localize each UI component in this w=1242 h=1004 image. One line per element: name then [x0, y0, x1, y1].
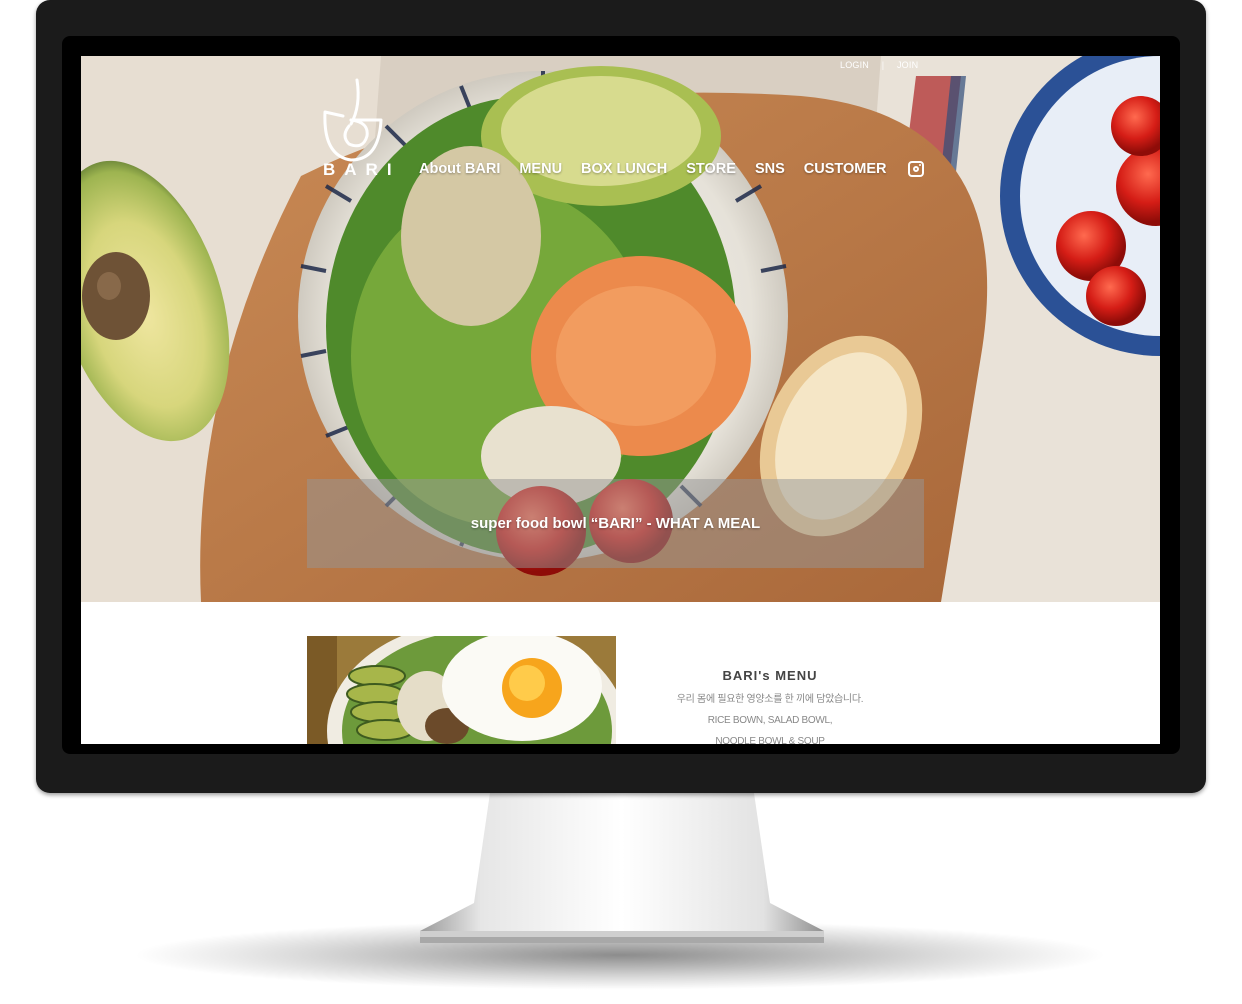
login-link[interactable]: LOGIN — [840, 60, 869, 70]
nav-about-bari[interactable]: About BARI — [419, 161, 500, 177]
hero-section: LOGIN | JOIN BARI About BARI MENU BOX LU… — [81, 56, 1160, 602]
website-screen: LOGIN | JOIN BARI About BARI MENU BOX LU… — [81, 56, 1160, 744]
main-nav: About BARI MENU BOX LUNCH STORE SNS CUST… — [419, 161, 924, 177]
hero-banner: super food bowl “BARI” - WHAT A MEAL — [307, 479, 924, 568]
menu-title: BARI's MENU — [722, 668, 818, 683]
nav-box-lunch[interactable]: BOX LUNCH — [581, 161, 667, 177]
instagram-icon[interactable] — [907, 161, 924, 177]
nav-menu[interactable]: MENU — [519, 161, 562, 177]
util-separator: | — [881, 60, 885, 70]
util-links: LOGIN | JOIN — [840, 60, 918, 70]
menu-food-image[interactable] — [307, 636, 616, 744]
nav-customer[interactable]: CUSTOMER — [804, 161, 887, 177]
nav-store[interactable]: STORE — [686, 161, 736, 177]
monitor-stand — [420, 793, 824, 943]
hero-tagline: super food bowl “BARI” - WHAT A MEAL — [470, 515, 761, 532]
menu-line-2: RICE BOWN, SALAD BOWL, — [707, 715, 833, 726]
join-link[interactable]: JOIN — [897, 60, 918, 70]
menu-line-1: 우리 몸에 필요한 영양소를 한 끼에 담았습니다. — [676, 694, 864, 705]
menu-intro: BARI's MENU 우리 몸에 필요한 영양소를 한 끼에 담았습니다. R… — [641, 668, 899, 744]
menu-line-3: NOODLE BOWL & SOUP — [715, 736, 825, 744]
nav-sns[interactable]: SNS — [755, 161, 785, 177]
logo-text: BARI — [323, 160, 401, 179]
